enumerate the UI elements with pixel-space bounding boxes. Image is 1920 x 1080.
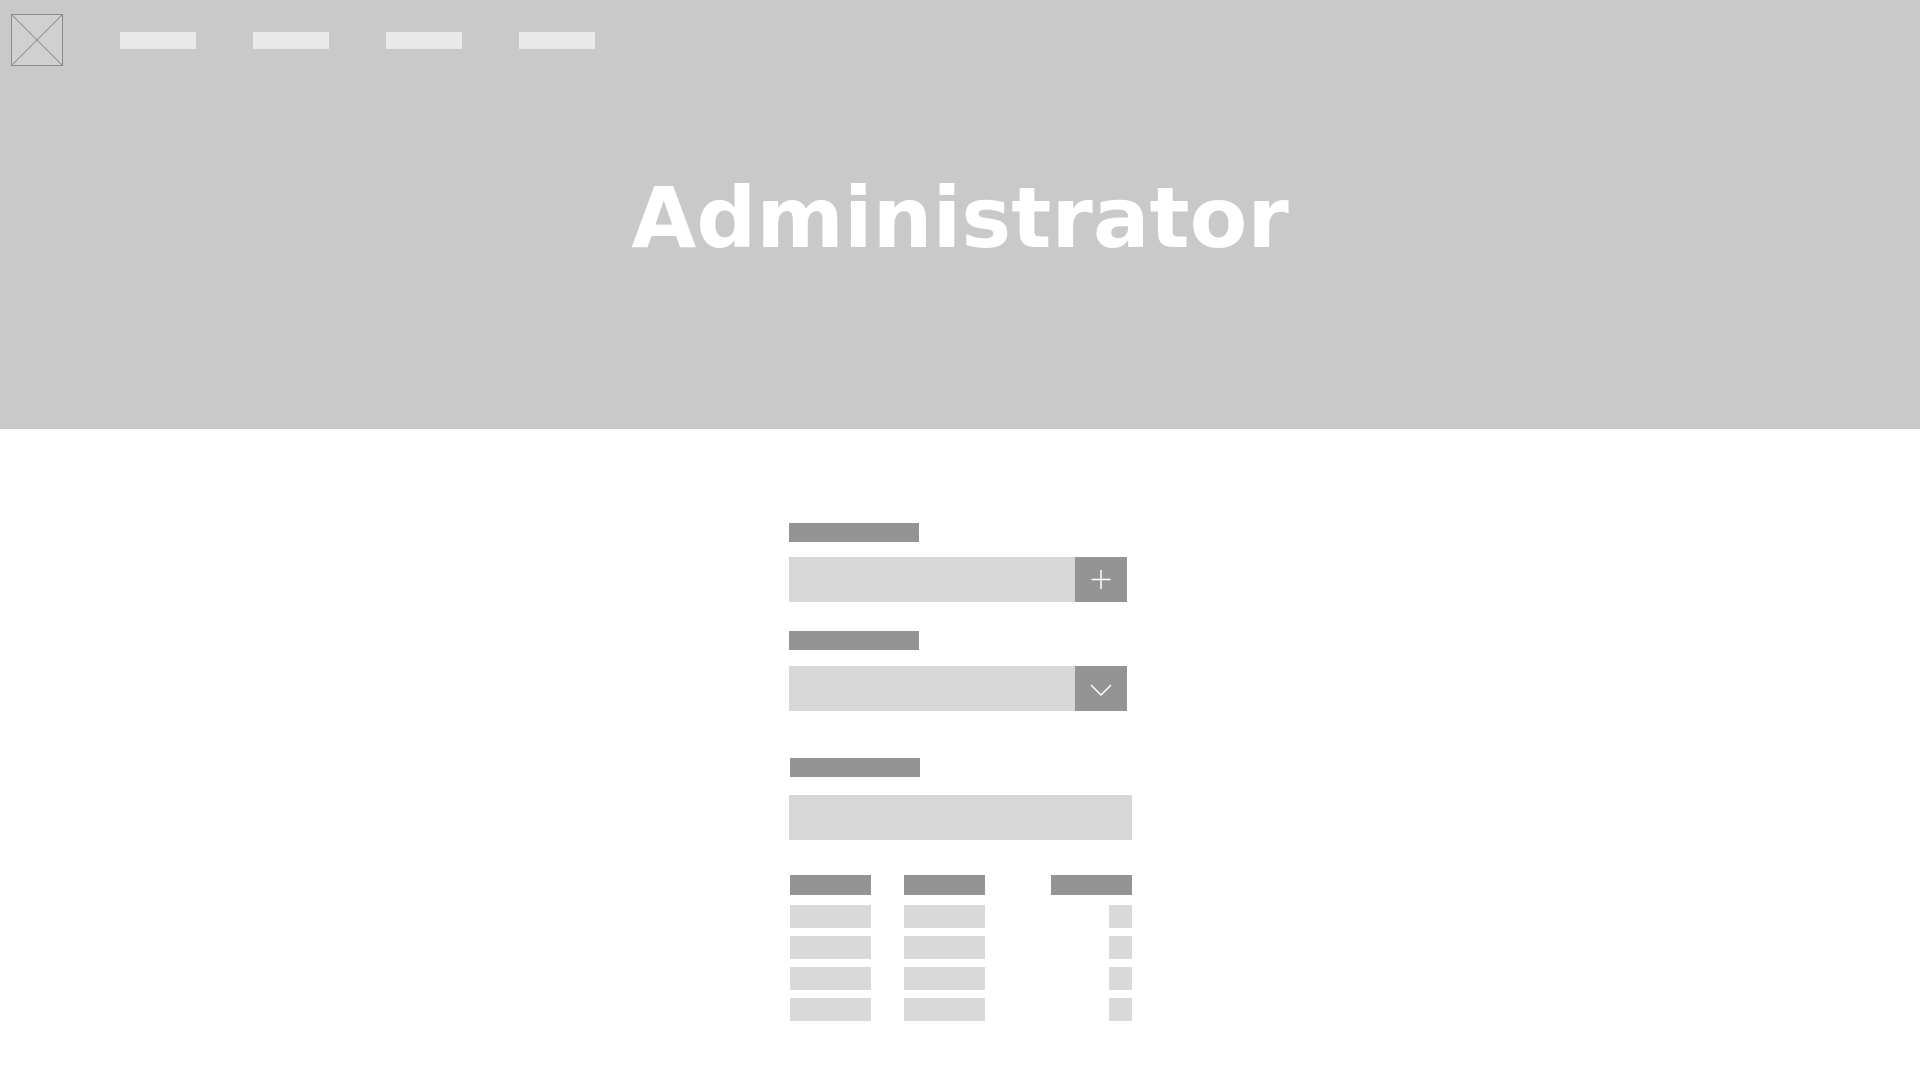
nav-item-4[interactable]	[519, 32, 595, 49]
add-button[interactable]	[1075, 557, 1127, 602]
table-cell	[904, 936, 985, 959]
column-header-1[interactable]	[790, 875, 871, 895]
table-cell	[904, 905, 985, 928]
table-cell	[1109, 967, 1132, 990]
hero-header: Administrator	[0, 0, 1920, 429]
table-cell	[1109, 905, 1132, 928]
table-cell	[904, 967, 985, 990]
dropdown-toggle-button[interactable]	[1075, 666, 1127, 711]
table-cell	[790, 936, 871, 959]
table-cell	[1109, 998, 1132, 1021]
text-input-1[interactable]	[789, 557, 1075, 602]
table-cell	[790, 905, 871, 928]
plus-icon	[1091, 570, 1111, 589]
field-label-1	[789, 523, 919, 542]
column-header-3[interactable]	[1051, 875, 1132, 895]
field-label-3	[790, 758, 920, 777]
table-cell	[790, 998, 871, 1021]
table-cell	[904, 998, 985, 1021]
field-label-2	[789, 631, 919, 650]
select-input[interactable]	[789, 666, 1075, 711]
table-cell	[1109, 936, 1132, 959]
nav-item-1[interactable]	[120, 32, 196, 49]
chevron-down-icon	[1090, 684, 1112, 697]
column-header-2[interactable]	[904, 875, 985, 895]
table-cell	[790, 967, 871, 990]
page-title: Administrator	[631, 169, 1289, 267]
nav-item-2[interactable]	[253, 32, 329, 49]
nav-item-3[interactable]	[386, 32, 462, 49]
image-placeholder-icon[interactable]	[11, 14, 63, 66]
text-input-3[interactable]	[789, 795, 1132, 840]
